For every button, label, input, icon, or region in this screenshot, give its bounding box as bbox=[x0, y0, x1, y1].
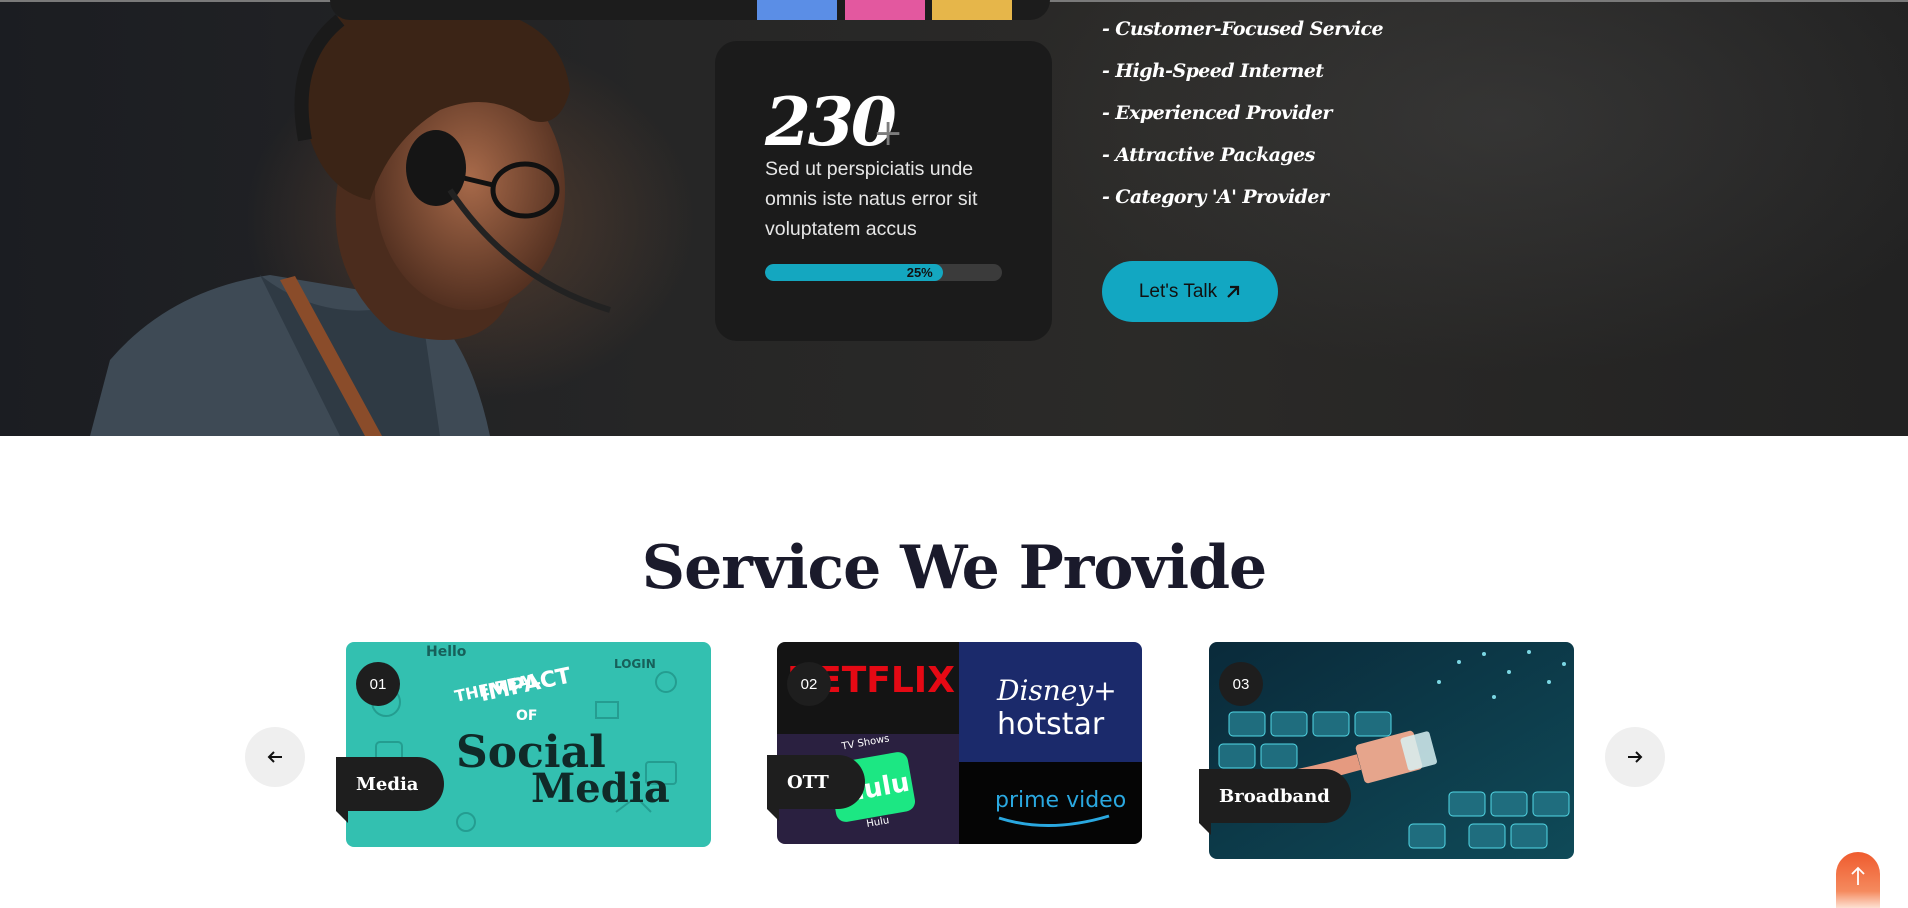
stat-card: 230 + Sed ut perspiciatis unde omnis ist… bbox=[715, 41, 1052, 341]
card-tag-ott[interactable]: OTT bbox=[767, 755, 865, 821]
lets-talk-button[interactable]: Let's Talk bbox=[1102, 261, 1278, 322]
carousel-prev-button[interactable] bbox=[245, 727, 305, 787]
card-tag-media[interactable]: Media bbox=[336, 757, 444, 823]
progress-label: 25% bbox=[906, 265, 933, 280]
stat-plus: + bbox=[873, 113, 904, 154]
lets-talk-label: Let's Talk bbox=[1138, 280, 1218, 302]
scroll-to-top-button[interactable] bbox=[1836, 852, 1880, 908]
feature-item: - Customer-Focused Service bbox=[1102, 18, 1384, 40]
arrow-up-icon bbox=[1851, 866, 1865, 885]
progress-fill: 25% bbox=[765, 264, 943, 281]
color-swatch-yellow bbox=[932, 0, 1012, 20]
image-text-media: Media bbox=[531, 765, 670, 812]
image-text-of: OF bbox=[516, 708, 537, 724]
hero-section: 230 + Sed ut perspiciatis unde omnis ist… bbox=[0, 0, 1908, 436]
ott-logos-image: NETFLIX Disney+ hotstar prime video hulu… bbox=[777, 642, 1142, 844]
card-number-badge: 01 bbox=[356, 662, 400, 706]
feature-item: - Experienced Provider bbox=[1102, 102, 1332, 124]
feature-item: - High-Speed Internet bbox=[1102, 60, 1324, 82]
progress-bar: 25% bbox=[765, 264, 1002, 281]
service-card-broadband[interactable] bbox=[1209, 642, 1574, 859]
arrow-left-icon bbox=[267, 751, 282, 763]
carousel-next-button[interactable] bbox=[1605, 727, 1665, 787]
card-number-badge: 02 bbox=[787, 662, 831, 706]
color-swatch-blue bbox=[757, 0, 837, 20]
social-media-image: Hello THE REAL IMPACT OF Social Media LO… bbox=[346, 642, 711, 847]
card-tag-broadband[interactable]: Broadband bbox=[1199, 769, 1351, 835]
card-number-badge: 03 bbox=[1219, 662, 1263, 706]
arrow-right-icon bbox=[1628, 751, 1643, 763]
feature-list: - Customer-Focused Service - High-Speed … bbox=[1102, 12, 1384, 222]
stat-description: Sed ut perspiciatis unde omnis iste natu… bbox=[765, 158, 978, 240]
image-text-login: LOGIN bbox=[614, 657, 656, 671]
image-text-prime-video: prime video bbox=[995, 788, 1126, 813]
service-card-media[interactable]: Hello THE REAL IMPACT OF Social Media LO… bbox=[346, 642, 711, 847]
section-title: Service We Provide bbox=[641, 533, 1267, 603]
feature-item: - Category 'A' Provider bbox=[1102, 186, 1329, 208]
image-text-hotstar: hotstar bbox=[997, 707, 1105, 742]
service-card-ott[interactable]: NETFLIX Disney+ hotstar prime video hulu… bbox=[777, 642, 1142, 844]
broadband-cable-image bbox=[1209, 642, 1574, 859]
image-text-hello: Hello bbox=[426, 644, 467, 660]
hero-person-image bbox=[90, 0, 611, 436]
color-swatch-pink bbox=[845, 0, 925, 20]
arrow-up-right-icon bbox=[1227, 285, 1240, 298]
feature-item: - Attractive Packages bbox=[1102, 144, 1315, 166]
image-text-disney: Disney+ bbox=[996, 674, 1117, 707]
